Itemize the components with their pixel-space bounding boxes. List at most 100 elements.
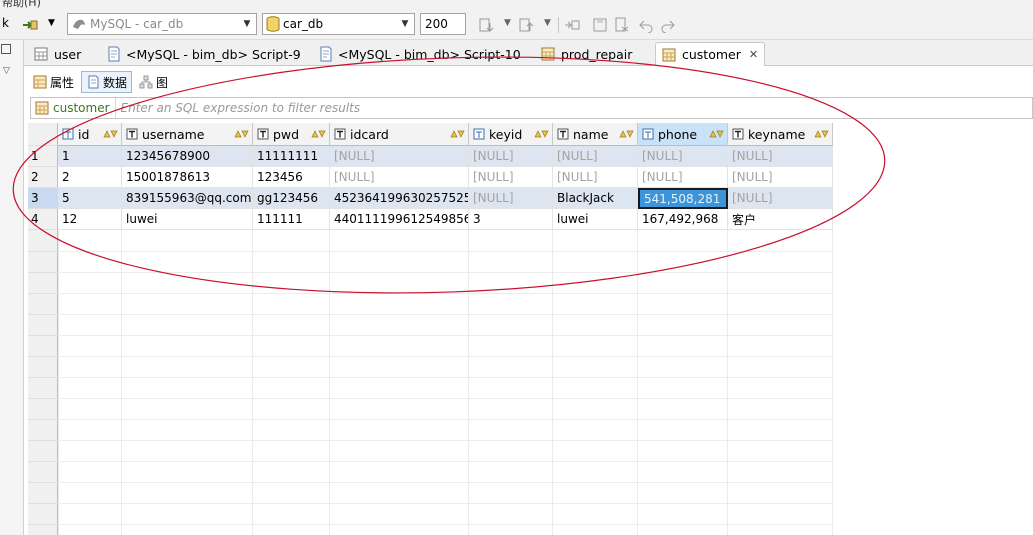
chevron-down-icon[interactable]: ▼ bbox=[504, 18, 511, 28]
table-cell-name[interactable]: BlackJack bbox=[553, 188, 638, 209]
menu-bar: 帮助(H) bbox=[0, 0, 1033, 8]
table-cell-name[interactable]: [NULL] bbox=[553, 167, 638, 188]
grid-line bbox=[28, 377, 58, 378]
tab-user[interactable]: user bbox=[28, 42, 87, 66]
table-cell-idcard[interactable]: 452364199630257525 bbox=[330, 188, 469, 209]
connection-select[interactable]: MySQL - car_db ▼ bbox=[67, 13, 257, 35]
column-header-username[interactable]: username bbox=[122, 123, 253, 146]
close-icon[interactable]: ✕ bbox=[749, 48, 758, 61]
restore-icon[interactable] bbox=[1, 44, 11, 54]
table-cell-name[interactable]: [NULL] bbox=[553, 146, 638, 167]
sort-filter-icon[interactable] bbox=[233, 127, 249, 141]
column-header-id[interactable]: id bbox=[58, 123, 122, 146]
tab-prod-repair[interactable]: prod_repair bbox=[535, 42, 638, 66]
sort-filter-icon[interactable] bbox=[102, 127, 118, 141]
grid-line bbox=[637, 230, 638, 535]
subtab-label: 图 bbox=[156, 75, 169, 90]
table-cell-id[interactable]: 5 bbox=[58, 188, 122, 209]
table-cell-keyname[interactable]: [NULL] bbox=[728, 167, 833, 188]
filter-input[interactable] bbox=[120, 101, 621, 115]
grid-line bbox=[28, 461, 58, 462]
column-header-phone[interactable]: phone bbox=[638, 123, 728, 146]
chevron-down-icon[interactable]: ▽ bbox=[3, 66, 10, 76]
column-header-label: pwd bbox=[273, 126, 300, 142]
table-cell-username[interactable]: luwei bbox=[122, 209, 253, 230]
table-cell-keyname[interactable]: 客户 bbox=[728, 209, 833, 230]
table-cell-phone[interactable]: [NULL] bbox=[638, 146, 728, 167]
subtab-data[interactable]: 数据 bbox=[81, 71, 133, 93]
mysql-icon bbox=[73, 19, 85, 29]
sort-filter-icon[interactable] bbox=[310, 127, 326, 141]
chevron-down-icon[interactable]: ▼ bbox=[544, 18, 551, 28]
table-cell-username[interactable]: 12345678900 bbox=[122, 146, 253, 167]
grid-line bbox=[28, 503, 58, 504]
table-cell-username[interactable]: 15001878613 bbox=[122, 167, 253, 188]
sort-filter-icon[interactable] bbox=[708, 127, 724, 141]
connection-value: MySQL - car_db bbox=[90, 17, 184, 31]
table-cell-pwd[interactable]: 123456 bbox=[253, 167, 330, 188]
grid-line bbox=[252, 230, 253, 535]
sort-filter-icon[interactable] bbox=[533, 127, 549, 141]
table-cell-username[interactable]: 839155963@qq.com bbox=[122, 188, 253, 209]
column-header-keyname[interactable]: keyname bbox=[728, 123, 833, 146]
table-cell-idcard[interactable]: [NULL] bbox=[330, 167, 469, 188]
table-cell-pwd[interactable]: gg123456 bbox=[253, 188, 330, 209]
grid-corner[interactable] bbox=[28, 123, 58, 146]
redo-icon[interactable] bbox=[660, 17, 676, 33]
rollback-icon[interactable] bbox=[518, 17, 534, 33]
table-cell-id[interactable]: 12 bbox=[58, 209, 122, 230]
tab-customer[interactable]: customer ✕ bbox=[655, 42, 766, 66]
row-number[interactable]: 4 bbox=[28, 209, 58, 230]
row-number[interactable]: 3 bbox=[28, 188, 58, 209]
table-cell-phone[interactable]: [NULL] bbox=[638, 167, 728, 188]
subtab-properties[interactable]: 属性 bbox=[28, 71, 79, 93]
table-cell-pwd[interactable]: 11111111 bbox=[253, 146, 330, 167]
table-cell-keyid[interactable]: 3 bbox=[469, 209, 553, 230]
menu-help[interactable]: 帮助(H) bbox=[2, 0, 41, 8]
filter-table-name[interactable]: customer bbox=[31, 98, 116, 118]
tab-label: customer bbox=[682, 47, 741, 62]
chevron-down-icon[interactable]: ▼ bbox=[238, 14, 256, 34]
subtab-diagram[interactable]: 图 bbox=[134, 71, 173, 93]
table-cell-keyid[interactable]: [NULL] bbox=[469, 167, 553, 188]
save-icon[interactable] bbox=[592, 17, 608, 33]
tab-script-10[interactable]: <MySQL - bim_db> Script-10 bbox=[312, 42, 527, 66]
chevron-down-icon[interactable]: ▼ bbox=[396, 14, 414, 34]
commit-icon[interactable] bbox=[478, 17, 494, 33]
column-header-idcard[interactable]: idcard bbox=[330, 123, 469, 146]
table-cell-keyname[interactable]: [NULL] bbox=[728, 146, 833, 167]
filter-bar: customer bbox=[30, 97, 1033, 119]
tab-script-9[interactable]: <MySQL - bim_db> Script-9 bbox=[100, 42, 307, 66]
table-cell-keyname[interactable]: [NULL] bbox=[728, 188, 833, 209]
table-cell-id[interactable]: 1 bbox=[58, 146, 122, 167]
table-cell-idcard[interactable]: 440111199612549856 bbox=[330, 209, 469, 230]
sort-filter-icon[interactable] bbox=[449, 127, 465, 141]
grid-line bbox=[28, 314, 58, 315]
connect-icon[interactable] bbox=[22, 17, 38, 33]
sort-filter-icon[interactable] bbox=[813, 127, 829, 141]
grid-line bbox=[832, 230, 833, 535]
table-cell-name[interactable]: luwei bbox=[553, 209, 638, 230]
database-select[interactable]: car_db ▼ bbox=[262, 13, 415, 35]
transaction-mode-icon[interactable] bbox=[564, 17, 580, 33]
table-icon bbox=[35, 101, 49, 115]
export-icon[interactable] bbox=[614, 17, 630, 33]
table-cell-keyid[interactable]: [NULL] bbox=[469, 188, 553, 209]
text-column-icon bbox=[126, 128, 138, 140]
sort-filter-icon[interactable] bbox=[618, 127, 634, 141]
table-cell-phone[interactable]: 167,492,968 bbox=[638, 209, 728, 230]
fetch-size-input[interactable]: 200 bbox=[420, 13, 466, 35]
table-cell-id[interactable]: 2 bbox=[58, 167, 122, 188]
connect-dropdown-icon[interactable]: ▼ bbox=[48, 18, 55, 28]
column-header-pwd[interactable]: pwd bbox=[253, 123, 330, 146]
column-header-keyid[interactable]: keyid bbox=[469, 123, 553, 146]
table-cell-phone[interactable]: 541,508,281 bbox=[638, 188, 728, 209]
column-header-name[interactable]: name bbox=[553, 123, 638, 146]
row-number[interactable]: 2 bbox=[28, 167, 58, 188]
table-cell-keyid[interactable]: [NULL] bbox=[469, 146, 553, 167]
table-cell-idcard[interactable]: [NULL] bbox=[330, 146, 469, 167]
grid-line bbox=[28, 398, 58, 399]
table-cell-pwd[interactable]: 111111 bbox=[253, 209, 330, 230]
row-number[interactable]: 1 bbox=[28, 146, 58, 167]
undo-icon[interactable] bbox=[638, 17, 654, 33]
